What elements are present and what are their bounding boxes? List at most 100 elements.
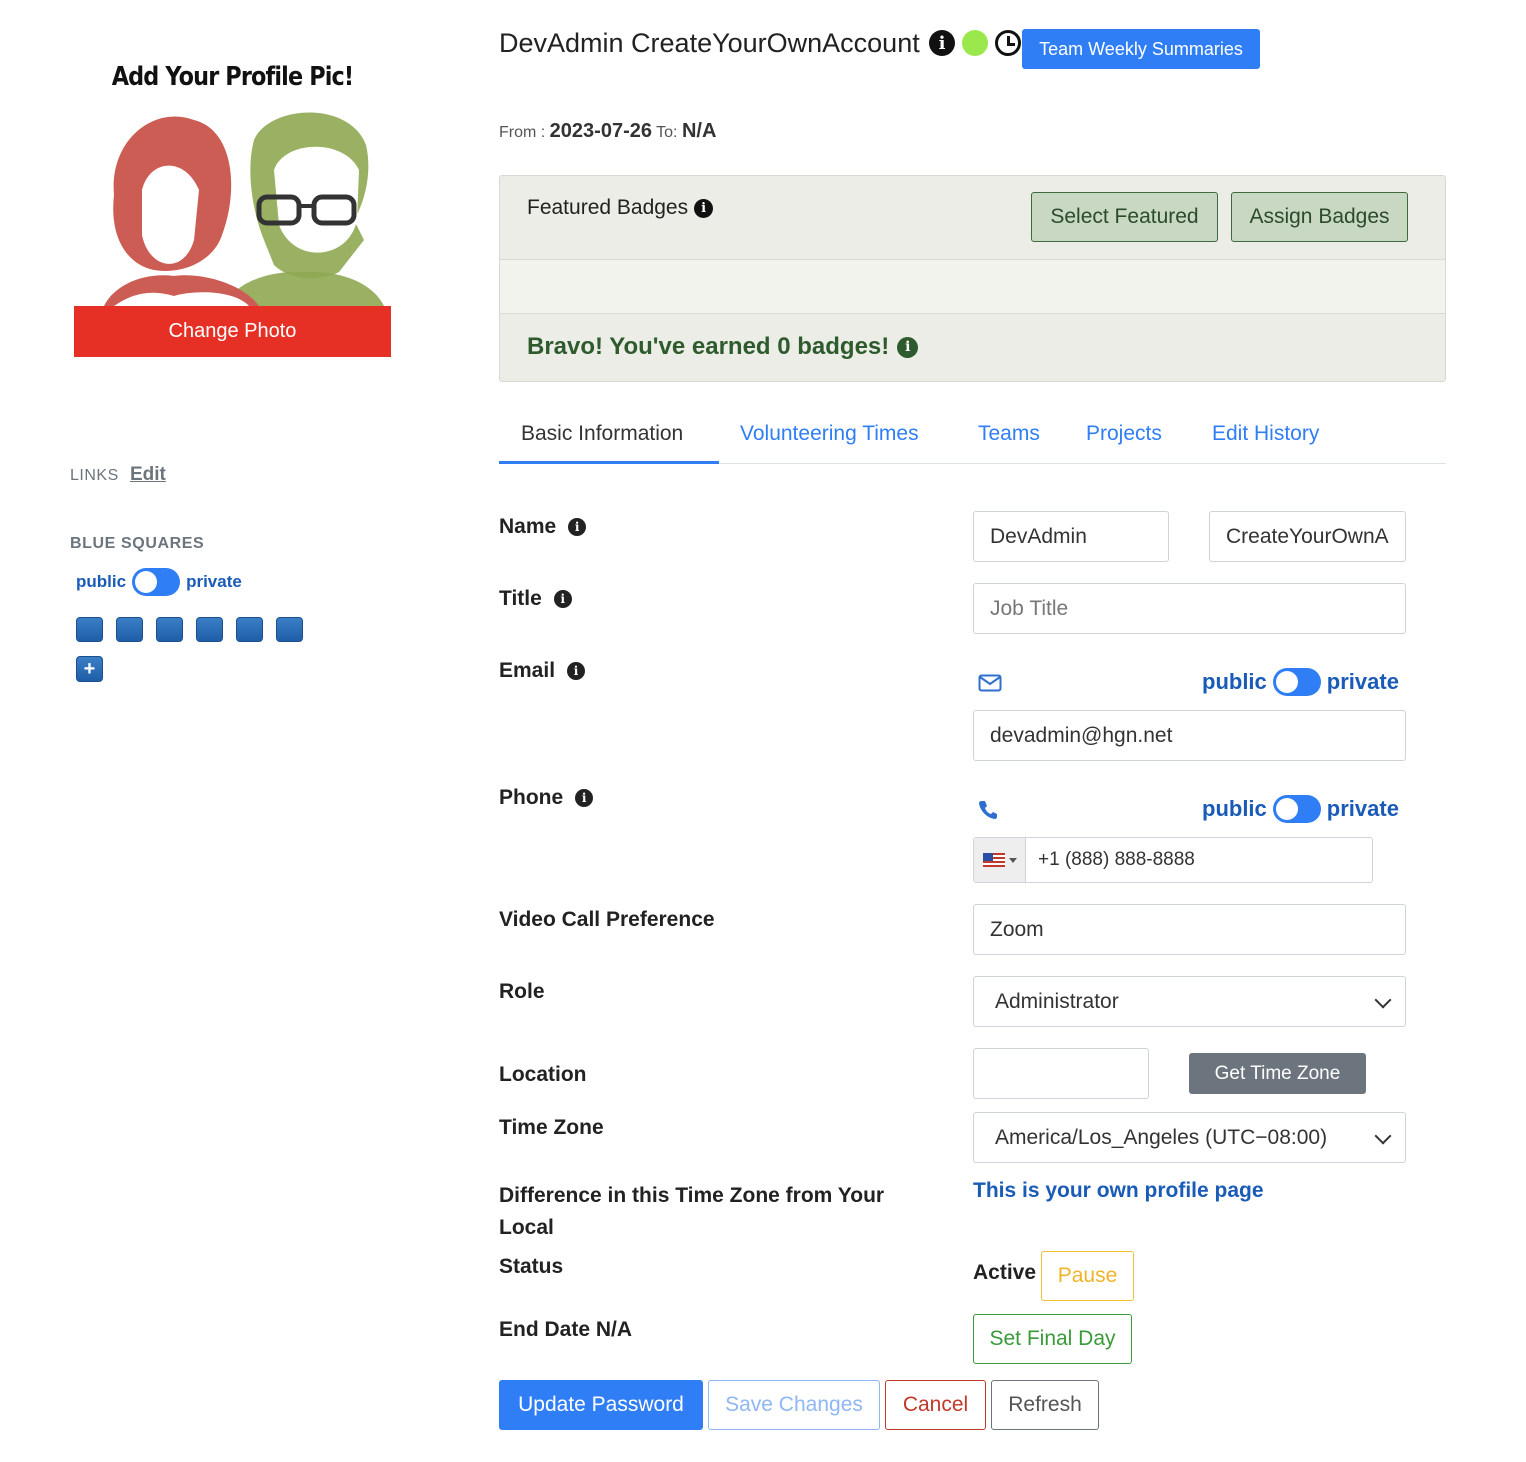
tab-volunteering-times[interactable]: Volunteering Times [740, 422, 919, 446]
role-select[interactable]: Administrator [973, 976, 1406, 1027]
first-name-input[interactable]: DevAdmin [973, 511, 1169, 562]
title-label-text: Title [499, 587, 542, 610]
featured-badges-label: Featured Badges [527, 196, 689, 219]
blue-square[interactable] [116, 617, 143, 642]
phone-input[interactable]: +1 (888) 888-8888 [1026, 838, 1195, 882]
profile-avatar-placeholder [74, 100, 391, 306]
select-featured-button[interactable]: Select Featured [1031, 192, 1218, 242]
role-label: Role [499, 980, 545, 1004]
status-label-text: Status [499, 1255, 564, 1278]
status-value: Active [973, 1261, 1037, 1284]
email-input[interactable]: devadmin@hgn.net [973, 710, 1406, 761]
to-label: To: [656, 124, 678, 141]
role-label-text: Role [499, 980, 545, 1003]
set-final-day-button[interactable]: Set Final Day [973, 1314, 1132, 1364]
blue-square[interactable] [76, 617, 103, 642]
privacy-switch[interactable] [1272, 668, 1321, 696]
info-icon[interactable]: i [567, 662, 586, 680]
end-date-label-text: End Date N/A [499, 1318, 633, 1341]
toggle-private-label: private [186, 572, 242, 591]
time-zone-difference-label-line1: Difference in this Time Zone from Your [499, 1184, 885, 1207]
video-call-label: Video Call Preference [499, 908, 715, 932]
from-date: 2023-07-26 [549, 120, 652, 142]
status-dot-icon [962, 30, 988, 56]
mail-icon [978, 674, 1002, 697]
privacy-switch[interactable] [132, 568, 181, 596]
tab-edit-history[interactable]: Edit History [1212, 422, 1319, 446]
tab-projects[interactable]: Projects [1086, 422, 1162, 446]
time-zone-difference-label: Difference in this Time Zone from Your L… [499, 1180, 884, 1244]
location-label: Location [499, 1063, 587, 1087]
toggle-private-label: private [1326, 796, 1399, 821]
badges-earned-text: Bravo! You've earned 0 badges! [527, 333, 890, 360]
video-call-label-text: Video Call Preference [499, 908, 715, 931]
us-flag-icon [982, 853, 1005, 867]
cancel-button[interactable]: Cancel [885, 1380, 986, 1430]
name-label: Name i [499, 515, 587, 539]
tab-basic-information[interactable]: Basic Information [521, 422, 683, 446]
chevron-down-icon [1374, 1127, 1392, 1145]
title-label: Title i [499, 587, 572, 611]
info-icon[interactable]: i [575, 789, 594, 807]
blue-square[interactable] [276, 617, 303, 642]
badges-earned-message: Bravo! You've earned 0 badges! i [527, 333, 919, 361]
pause-button[interactable]: Pause [1041, 1251, 1134, 1301]
switch-knob [1275, 671, 1298, 693]
time-zone-difference-label-line2: Local [499, 1216, 554, 1239]
last-name-input[interactable]: CreateYourOwnA [1209, 511, 1406, 562]
phone-icon [978, 799, 998, 824]
blue-squares-list [76, 617, 303, 642]
change-photo-button[interactable]: Change Photo [74, 306, 391, 357]
badges-display-area [500, 259, 1445, 314]
phone-label: Phone i [499, 786, 594, 810]
blue-squares-privacy-toggle[interactable]: public private [76, 568, 242, 596]
get-time-zone-button[interactable]: Get Time Zone [1189, 1053, 1366, 1094]
refresh-button[interactable]: Refresh [991, 1380, 1099, 1430]
location-input[interactable] [973, 1048, 1149, 1099]
time-zone-difference-value: This is your own profile page [973, 1179, 1264, 1202]
info-icon[interactable]: i [553, 590, 572, 608]
team-weekly-summaries-button[interactable]: Team Weekly Summaries [1022, 29, 1260, 69]
update-password-button[interactable]: Update Password [499, 1380, 703, 1430]
time-zone-label-text: Time Zone [499, 1116, 604, 1139]
switch-knob [1275, 798, 1298, 820]
dropdown-caret-icon [1008, 857, 1017, 863]
role-select-value: Administrator [995, 989, 1119, 1013]
time-zone-label: Time Zone [499, 1116, 604, 1140]
to-date: N/A [681, 120, 717, 142]
toggle-public-label: public [76, 572, 127, 591]
location-label-text: Location [499, 1063, 587, 1086]
add-blue-square-button[interactable]: + [76, 656, 103, 682]
assign-badges-button[interactable]: Assign Badges [1231, 192, 1408, 242]
info-icon[interactable]: i [897, 336, 919, 358]
country-code-dropdown[interactable] [974, 838, 1026, 882]
info-icon[interactable]: i [568, 518, 587, 536]
from-label: From : [499, 124, 546, 141]
info-icon[interactable]: i [694, 198, 714, 218]
save-changes-button[interactable]: Save Changes [708, 1380, 880, 1430]
clock-icon[interactable] [995, 30, 1021, 56]
links-edit-link[interactable]: Edit [130, 464, 166, 486]
switch-knob [135, 571, 158, 593]
blue-squares-label: BLUE SQUARES [70, 535, 205, 552]
job-title-input[interactable]: Job Title [973, 583, 1406, 634]
blue-square[interactable] [236, 617, 263, 642]
phone-input-group: +1 (888) 888-8888 [973, 837, 1373, 883]
time-zone-select-value: America/Los_Angeles (UTC−08:00) [995, 1125, 1328, 1149]
links-label: LINKS [70, 467, 119, 484]
phone-privacy-toggle[interactable]: public private [1202, 795, 1399, 823]
name-label-text: Name [499, 515, 557, 538]
email-label: Email i [499, 659, 586, 683]
email-label-text: Email [499, 659, 556, 682]
time-zone-select[interactable]: America/Los_Angeles (UTC−08:00) [973, 1112, 1406, 1163]
blue-square[interactable] [156, 617, 183, 642]
end-date-label: End Date N/A [499, 1318, 632, 1342]
video-call-input[interactable]: Zoom [973, 904, 1406, 955]
privacy-switch[interactable] [1272, 795, 1321, 823]
email-privacy-toggle[interactable]: public private [1202, 668, 1399, 696]
blue-square[interactable] [196, 617, 223, 642]
profile-pic-title: Add Your Profile Pic! [111, 62, 354, 92]
tab-teams[interactable]: Teams [978, 422, 1040, 446]
chevron-down-icon [1374, 991, 1392, 1009]
info-icon[interactable]: i [929, 30, 955, 56]
